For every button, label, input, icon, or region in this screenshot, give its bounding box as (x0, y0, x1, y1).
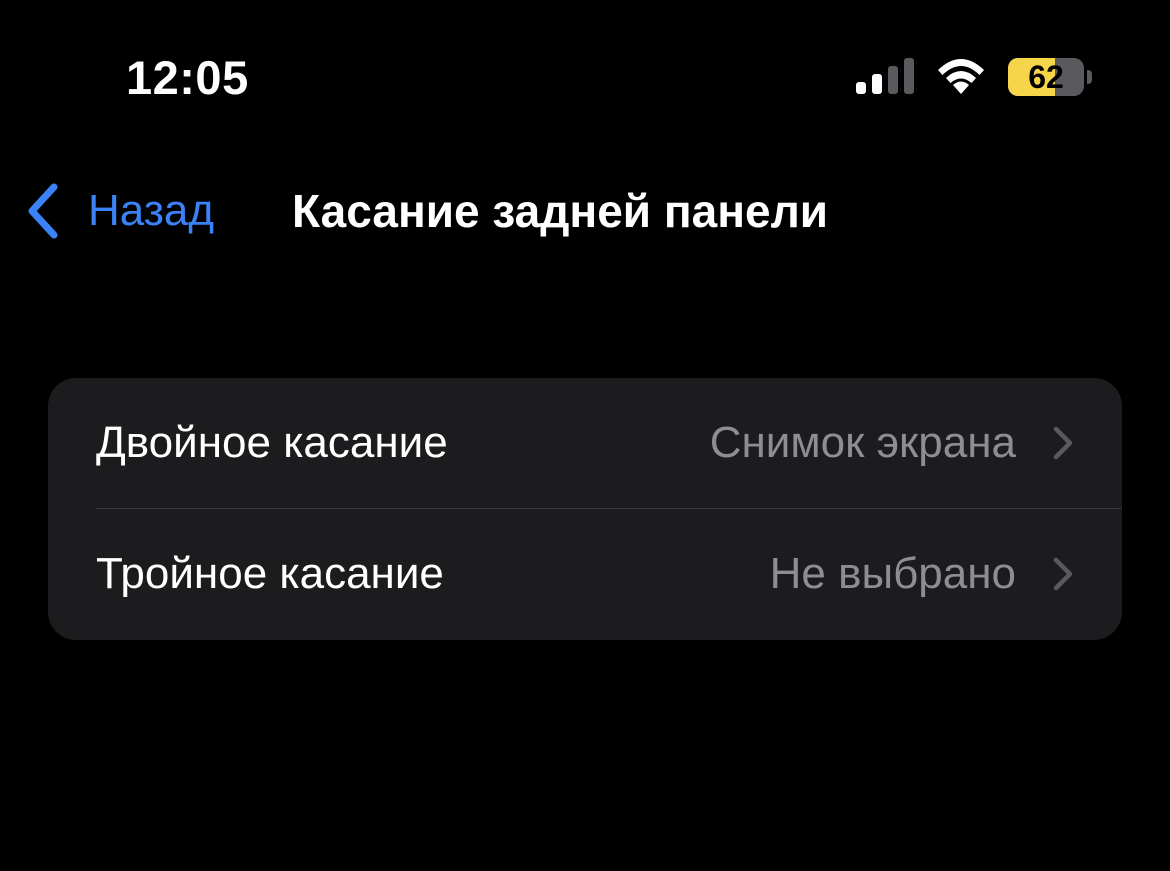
wifi-icon (938, 59, 984, 94)
settings-row-double-tap[interactable]: Двойное касание Снимок экрана (48, 378, 1122, 509)
signal-bar (888, 66, 898, 94)
page-title: Касание задней панели (292, 185, 829, 237)
status-bar: 12:05 62 (0, 0, 1170, 150)
chevron-right-icon (1053, 557, 1073, 591)
battery-body: 62 (1008, 58, 1084, 96)
battery-icon: 62 (1008, 58, 1094, 96)
row-value: Снимок экрана (709, 418, 1016, 467)
settings-group: Двойное касание Снимок экрана Тройное ка… (48, 378, 1122, 640)
signal-bar (856, 82, 866, 94)
signal-bar (904, 58, 914, 94)
back-label: Назад (88, 186, 215, 235)
navigation-bar: Назад Касание задней панели (0, 160, 1170, 260)
battery-tip (1087, 70, 1092, 84)
row-label: Двойное касание (96, 418, 448, 467)
back-button[interactable]: Назад (24, 176, 214, 246)
signal-icon (856, 58, 914, 94)
status-time: 12:05 (126, 51, 249, 104)
battery-percent: 62 (1028, 59, 1064, 95)
row-label: Тройное касание (96, 549, 444, 598)
chevron-left-icon (28, 183, 58, 239)
settings-row-triple-tap[interactable]: Тройное касание Не выбрано (48, 509, 1122, 639)
row-value: Не выбрано (769, 549, 1016, 598)
chevron-right-icon (1053, 426, 1073, 460)
signal-bar (872, 74, 882, 94)
